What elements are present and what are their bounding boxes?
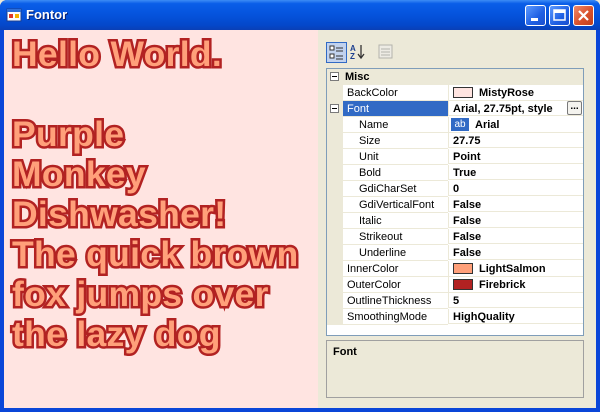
property-name: BackColor	[343, 85, 448, 101]
property-row-smoothingmode[interactable]: SmoothingMode HighQuality	[327, 309, 583, 325]
property-value[interactable]: False	[448, 229, 583, 244]
svg-text:Z: Z	[350, 52, 355, 61]
categorized-icon	[329, 45, 343, 60]
property-name: OutlineThickness	[343, 293, 448, 309]
alphabetical-icon: A Z	[350, 44, 365, 61]
property-name: Strikeout	[343, 229, 448, 245]
property-grid-toolbar: A Z	[326, 40, 584, 66]
property-name: Underline	[343, 245, 448, 261]
row-gutter	[327, 133, 343, 149]
app-window: Fontor Hello World. Purple Monkey Dishwa…	[0, 0, 600, 412]
close-icon	[578, 10, 589, 21]
row-gutter	[327, 165, 343, 181]
row-gutter	[327, 85, 343, 101]
property-value[interactable]: False	[448, 245, 583, 260]
row-gutter	[327, 197, 343, 213]
property-value[interactable]: Arial, 27.75pt, style ...	[448, 101, 583, 116]
property-value[interactable]: HighQuality	[448, 309, 583, 324]
property-name: SmoothingMode	[343, 309, 448, 325]
property-name: Size	[343, 133, 448, 149]
property-row-font[interactable]: Font Arial, 27.75pt, style ...	[327, 101, 583, 117]
font-preview-glyph: ab	[451, 118, 469, 131]
maximize-icon	[553, 9, 566, 21]
property-row-underline[interactable]: Underline False	[327, 245, 583, 261]
property-name: OuterColor	[343, 277, 448, 293]
property-value[interactable]: 0	[448, 181, 583, 196]
row-gutter	[327, 149, 343, 165]
row-gutter	[327, 245, 343, 261]
property-row-strikeout[interactable]: Strikeout False	[327, 229, 583, 245]
category-row-misc[interactable]: Misc	[327, 69, 583, 85]
maximize-button[interactable]	[549, 5, 570, 26]
property-value-text: Arial, 27.75pt, style	[453, 103, 553, 115]
property-row-size[interactable]: Size 27.75	[327, 133, 583, 149]
property-grid-list: Misc BackColor MistyRose Font Arial, 27.…	[326, 68, 584, 336]
row-gutter	[327, 229, 343, 245]
description-title: Font	[333, 346, 357, 358]
property-name: Name	[343, 117, 448, 133]
client-area: Hello World. Purple Monkey Dishwasher! T…	[4, 30, 596, 408]
row-gutter	[327, 181, 343, 197]
property-pages-icon	[378, 44, 393, 59]
row-gutter	[327, 277, 343, 293]
preview-canvas: Hello World. Purple Monkey Dishwasher! T…	[4, 30, 318, 408]
property-row-bold[interactable]: Bold True	[327, 165, 583, 181]
property-value[interactable]: Point	[448, 149, 583, 164]
property-row-outlinethickness[interactable]: OutlineThickness 5	[327, 293, 583, 309]
minimize-icon	[531, 18, 538, 21]
property-name: Bold	[343, 165, 448, 181]
description-pane: Font	[326, 340, 584, 398]
property-value[interactable]: False	[448, 197, 583, 212]
property-value[interactable]: False	[448, 213, 583, 228]
row-gutter	[327, 213, 343, 229]
property-value[interactable]: MistyRose	[448, 85, 583, 101]
property-value-text: Arial	[475, 119, 500, 131]
property-name: GdiCharSet	[343, 181, 448, 197]
property-name: Font	[343, 101, 448, 117]
property-value[interactable]: 27.75	[448, 133, 583, 148]
row-gutter	[327, 261, 343, 277]
property-value[interactable]: Firebrick	[448, 277, 583, 293]
property-pages-button[interactable]	[376, 42, 397, 63]
categorized-button[interactable]	[326, 42, 347, 63]
property-row-name[interactable]: Name ab Arial	[327, 117, 583, 133]
app-window-icon	[6, 8, 22, 22]
color-swatch	[453, 263, 473, 274]
property-row-italic[interactable]: Italic False	[327, 213, 583, 229]
minimize-button[interactable]	[525, 5, 546, 26]
property-name: GdiVerticalFont	[343, 197, 448, 213]
property-value[interactable]: True	[448, 165, 583, 180]
property-row-outercolor[interactable]: OuterColor Firebrick	[327, 277, 583, 293]
row-gutter	[327, 101, 343, 117]
property-row-innercolor[interactable]: InnerColor LightSalmon	[327, 261, 583, 277]
title-bar[interactable]: Fontor	[0, 0, 600, 30]
row-gutter	[327, 117, 343, 133]
property-grid: A Z Misc BackColor MistyRose Font Arial,…	[324, 40, 584, 404]
property-value-text: LightSalmon	[479, 263, 546, 275]
property-value[interactable]: ab Arial	[448, 117, 583, 133]
property-value[interactable]: LightSalmon	[448, 261, 583, 277]
preview-text: Hello World. Purple Monkey Dishwasher! T…	[10, 32, 301, 357]
ellipsis-button[interactable]: ...	[567, 101, 582, 115]
collapse-icon[interactable]	[330, 104, 339, 113]
property-name: InnerColor	[343, 261, 448, 277]
close-button[interactable]	[573, 5, 594, 26]
property-row-gdiverticalfont[interactable]: GdiVerticalFont False	[327, 197, 583, 213]
collapse-icon[interactable]	[330, 72, 339, 81]
property-value-text: Firebrick	[479, 279, 526, 291]
property-name: Unit	[343, 149, 448, 165]
row-gutter	[327, 293, 343, 309]
color-swatch	[453, 279, 473, 290]
color-swatch	[453, 87, 473, 98]
property-value-text: MistyRose	[479, 87, 535, 99]
property-name: Italic	[343, 213, 448, 229]
property-row-backcolor[interactable]: BackColor MistyRose	[327, 85, 583, 101]
window-title: Fontor	[26, 7, 68, 22]
property-value[interactable]: 5	[448, 293, 583, 308]
row-gutter	[327, 309, 343, 325]
alphabetical-button[interactable]: A Z	[348, 42, 369, 63]
category-label: Misc	[345, 71, 370, 83]
property-row-gdicharset[interactable]: GdiCharSet 0	[327, 181, 583, 197]
property-row-unit[interactable]: Unit Point	[327, 149, 583, 165]
